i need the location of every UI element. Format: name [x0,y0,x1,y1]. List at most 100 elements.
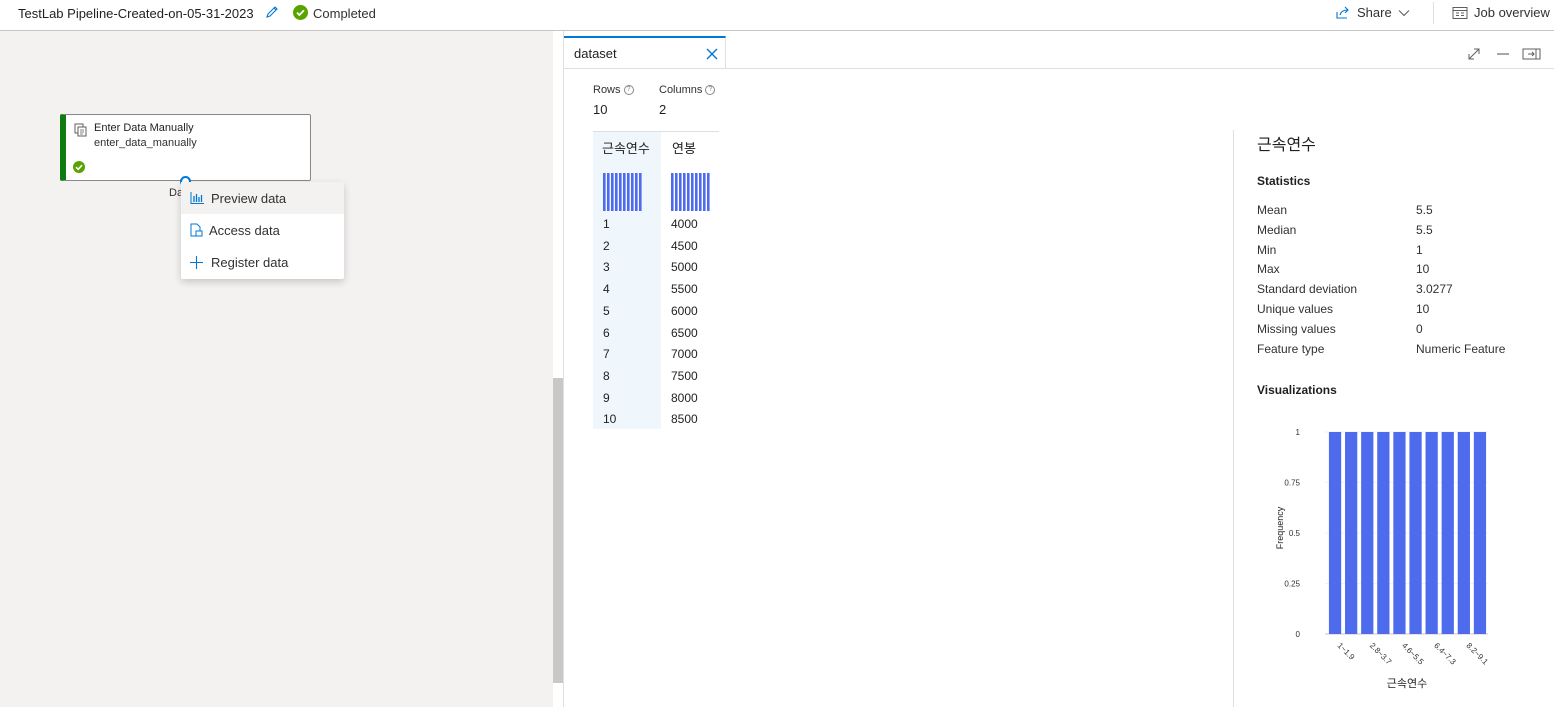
help-icon[interactable]: ? [623,85,634,95]
module-name: Enter Data Manually [94,122,194,134]
mini-bar [703,173,706,211]
histogram-bar[interactable] [1361,432,1374,634]
histogram-bar[interactable] [1345,432,1358,634]
module-subtitle: enter_data_manually [94,137,197,149]
panel-divider [563,31,564,707]
mini-bar [683,173,686,211]
job-overview-label: Job overview [1474,5,1550,20]
histogram-bar[interactable] [1473,432,1487,634]
table-cell: 7500 [671,368,698,383]
columns-label: Columns ? [659,84,716,96]
mini-bar [695,173,698,211]
histogram-bar[interactable] [1441,432,1454,634]
mini-bar [707,173,710,211]
column-header[interactable]: 근속연수 [602,138,650,157]
stat-key: Feature type [1257,341,1325,356]
statistics-title: Statistics [1257,174,1311,188]
table-cell: 8500 [671,412,698,427]
document-lock-icon [190,223,203,237]
table-cell: 6 [603,325,610,340]
mini-bar [639,173,642,211]
mini-bar [679,173,682,211]
histogram-bar[interactable] [1377,432,1390,634]
stats-divider [1233,130,1234,707]
y-tick-label: 1 [1296,428,1301,437]
y-tick-label: 0.75 [1284,479,1300,488]
minimize-icon[interactable] [1495,46,1511,62]
context-menu: Preview data Access data Register data [181,182,344,279]
stat-key: Max [1257,262,1280,277]
table-cell: 4500 [671,238,698,253]
feature-title: 근속연수 [1257,137,1316,154]
stat-value: 0 [1416,321,1423,336]
stat-key: Standard deviation [1257,282,1358,297]
histogram-chart: 0 0.25 0.5 0.75 1 1~1.9 2.8~3.7 4.6~5.5 6.4~7.3 8… [1275,428,1490,690]
bar-chart-icon [190,192,204,204]
table-cell: 5 [603,303,610,318]
x-tick-label: 6.4~7.3 [1432,641,1458,667]
x-tick-label: 1~1.9 [1336,641,1357,662]
stat-value: 5.5 [1416,222,1433,237]
share-label: Share [1357,5,1392,20]
y-axis-title: Frequency [1275,506,1285,549]
x-tick-label: 2.8~3.7 [1368,641,1394,667]
table-cell: 1 [603,217,610,231]
canvas-scrollbar[interactable] [553,378,563,683]
pencil-icon[interactable] [264,4,280,20]
data-module-icon [74,123,87,137]
close-icon[interactable] [706,48,718,60]
histogram-bar[interactable] [1425,432,1438,634]
table-cell: 7000 [671,347,698,362]
rows-value: 10 [593,102,608,117]
table-cell: 4000 [671,217,698,231]
table-cell: 5000 [671,260,698,275]
tab-underline [564,68,1554,69]
tab-label: dataset [574,46,617,61]
status-text: Completed [313,6,376,21]
share-icon [1336,6,1349,19]
table-cell: 4 [603,282,610,297]
menu-item-register-data[interactable]: Register data [181,246,344,278]
stat-value: 10 [1416,262,1430,277]
status-check-icon [293,5,308,20]
help-icon[interactable]: ? [705,85,716,95]
top-bar: TestLab Pipeline-Created-on-05-31-2023 C… [0,0,1554,31]
job-overview-icon [1452,6,1468,19]
table-cell: 8000 [671,390,698,405]
dock-icon[interactable] [1522,46,1541,62]
menu-item-access-data[interactable]: Access data [181,214,344,246]
y-tick-label: 0.5 [1289,529,1301,538]
histogram-bar[interactable] [1393,432,1406,634]
histogram-bar[interactable] [1328,432,1342,634]
mini-bar [627,173,630,211]
y-tick-label: 0.25 [1284,580,1300,589]
menu-item-preview-data[interactable]: Preview data [181,182,344,214]
table-cell: 8 [603,368,610,383]
expand-icon[interactable] [1466,46,1482,62]
plus-icon [190,256,203,269]
column-header[interactable]: 연봉 [672,138,696,157]
job-overview-button[interactable]: Job overview [1452,5,1550,20]
visualizations-title: Visualizations [1257,383,1337,397]
table-cell: 3 [603,260,610,275]
share-button[interactable]: Share [1335,5,1410,20]
mini-bar [671,173,674,211]
table-cell: 6000 [671,303,698,318]
stat-key: Unique values [1257,302,1334,316]
columns-value: 2 [659,102,667,117]
histogram-bar[interactable] [1409,432,1422,634]
mini-bar [623,173,626,211]
stat-key: Min [1257,242,1277,257]
menu-label-preview: Preview data [211,190,287,206]
mini-bar [691,173,694,211]
mini-bar [675,173,678,211]
mini-bar [607,173,610,211]
menu-label-register: Register data [211,254,289,270]
x-tick-label: 4.6~5.5 [1400,641,1426,667]
table-cell: 2 [603,238,610,253]
x-axis-title: 근속연수 [1387,677,1427,690]
rows-label: Rows ? [593,84,634,96]
histogram-bar[interactable] [1457,432,1470,634]
mini-bar [699,173,702,211]
stat-key: Median [1257,222,1297,237]
